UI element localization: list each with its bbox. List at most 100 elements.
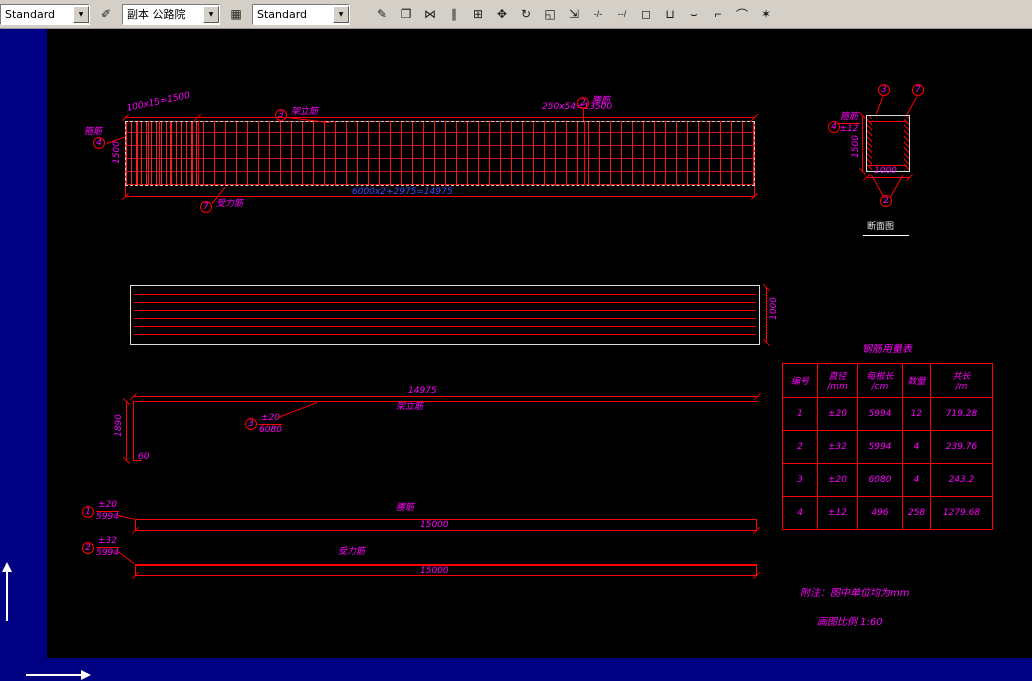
dimension-line [133, 396, 758, 397]
header-unit-length: 每根长/cm [857, 363, 903, 398]
rotate-button[interactable]: ↻ [514, 2, 538, 26]
cell-number: 2 [782, 430, 818, 464]
stretch-button[interactable]: ⇲ [562, 2, 586, 26]
ucs-x-axis-icon [26, 670, 91, 680]
hatch-strip [867, 116, 872, 171]
cell-quantity: 4 [902, 430, 931, 464]
cross-section-view [866, 115, 910, 172]
mirror-button[interactable]: ⋈ [418, 2, 442, 26]
match-properties-button[interactable]: ✎ [370, 2, 394, 26]
dim-text-plan-width: 1000 [769, 297, 779, 320]
join-button[interactable]: ⌣ [682, 2, 706, 26]
offset-button[interactable]: ∥ [442, 2, 466, 26]
bar-unit-length: 6080 [259, 424, 282, 435]
layer-manager-button[interactable]: ▦ [224, 2, 248, 26]
cad-application-window: Standard ▼ ✐ 副本 公路院 ▼ ▦ Standard ▼ ✎ ❐ ⋈… [0, 0, 1032, 681]
join-icon: ⌣ [690, 6, 698, 21]
cell-number: 3 [782, 463, 818, 497]
dim-text-beam-length: 6000x2+2975=14975 [352, 187, 453, 197]
rebar-line [198, 122, 199, 185]
stirrup-label: 箍筋 [838, 112, 861, 124]
caption-underline [863, 235, 909, 236]
section-caption: 断面图 [867, 222, 895, 232]
waist-bar-spec: ±20 5994 [96, 500, 119, 523]
callout-bubble-3: 3 [245, 418, 257, 430]
cell-unit-length: 6080 [857, 463, 903, 497]
erection-bar-label: 架立筋 [291, 107, 319, 117]
fillet-button[interactable]: ⌒ [730, 2, 754, 26]
explode-icon: ✶ [760, 7, 772, 21]
cell-unit-length: 496 [857, 496, 903, 530]
dimension-line [135, 530, 757, 531]
text-style-value: Standard [5, 7, 56, 21]
cell-quantity: 4 [902, 463, 931, 497]
dim-style-value: Standard [257, 7, 308, 21]
dim-text-section-width: 1000 [874, 166, 897, 176]
stirrup-label: 箍筋 [84, 127, 103, 137]
layer-combo[interactable]: 副本 公路院 ▼ [122, 3, 220, 25]
cell-total-length: 1279.68 [930, 496, 993, 530]
dim-text-section-height: 1500 [851, 135, 861, 158]
beam-elevation-view [125, 121, 755, 186]
stirrup-spec: 箍筋 ±12 [838, 112, 861, 135]
style-manager-button[interactable]: ✐ [94, 2, 118, 26]
break-button[interactable]: ⊔ [658, 2, 682, 26]
callout-bubble-1: 1 [82, 506, 94, 518]
dimension-line [766, 287, 767, 343]
chevron-down-icon[interactable]: ▼ [333, 5, 349, 23]
rebar-line [584, 122, 585, 185]
copy-icon: ❐ [400, 7, 412, 21]
explode-button[interactable]: ✶ [754, 2, 778, 26]
bar-unit-length: 5994 [96, 511, 119, 522]
match-properties-icon: ✎ [376, 7, 388, 21]
dimension-line [125, 117, 755, 118]
header-number: 编号 [782, 363, 818, 398]
dim-text-bend-height: 1890 [114, 414, 124, 437]
pencil-icon: ✐ [100, 7, 112, 21]
chamfer-button[interactable]: ⌐ [706, 2, 730, 26]
stirrup-diameter: ±12 [839, 123, 859, 134]
move-button[interactable]: ✥ [490, 2, 514, 26]
mirror-icon: ⋈ [424, 7, 436, 21]
waist-bar-label: 腰筋 [396, 503, 415, 513]
unit-note: 附注：图中单位均为mm [800, 588, 910, 599]
break-at-point-button[interactable]: ◻ [634, 2, 658, 26]
hatch-strip [904, 116, 909, 171]
bar-diameter: ±32 [96, 536, 119, 548]
scale-button[interactable]: ◱ [538, 2, 562, 26]
waist-bar-label: 腰筋 [592, 96, 611, 106]
cell-diameter: ±20 [817, 397, 858, 431]
chevron-down-icon[interactable]: ▼ [73, 5, 89, 23]
dim-text-beam-height: 1500 [112, 141, 122, 164]
array-button[interactable]: ⊞ [466, 2, 490, 26]
modify-toolbar-group: ✎ ❐ ⋈ ∥ ⊞ ✥ ↻ ◱ ⇲ -/- --/ ◻ ⊔ ⌣ ⌐ ⌒ ✶ [370, 2, 778, 26]
drawing-canvas[interactable]: 100x15=1500 250x54=13500 6000x2+2975=149… [0, 29, 1032, 681]
main-bar-label: 受力筋 [216, 199, 244, 209]
cell-total-length: 719.28 [930, 397, 993, 431]
copy-button[interactable]: ❐ [394, 2, 418, 26]
dim-text-erection-length: 14975 [408, 386, 437, 396]
callout-bubble-3: 3 [275, 109, 287, 121]
header-diameter: 直径/mm [817, 363, 858, 398]
move-icon: ✥ [496, 7, 508, 21]
cell-quantity: 12 [902, 397, 931, 431]
callout-bubble-2: 2 [82, 542, 94, 554]
beam-plan-view [130, 285, 760, 345]
fillet-icon: ⌒ [735, 7, 748, 22]
bar-unit-length: 5994 [96, 547, 119, 558]
chevron-down-icon[interactable]: ▼ [203, 5, 219, 23]
callout-bubble-3: 3 [878, 84, 890, 96]
main-toolbar: Standard ▼ ✐ 副本 公路院 ▼ ▦ Standard ▼ ✎ ❐ ⋈… [0, 0, 1032, 29]
dim-style-combo[interactable]: Standard ▼ [252, 3, 350, 25]
extend-button[interactable]: --/ [610, 2, 634, 26]
dim-text-hook: 60 [138, 452, 150, 462]
text-style-combo[interactable]: Standard ▼ [0, 3, 90, 25]
dim-text-waist-length: 15000 [420, 520, 449, 530]
erection-bar-shape [133, 401, 758, 402]
dimension-line [135, 575, 757, 576]
trim-button[interactable]: -/- [586, 2, 610, 26]
cell-diameter: ±20 [817, 463, 858, 497]
scale-icon: ◱ [544, 7, 556, 21]
cell-number: 4 [782, 496, 818, 530]
header-total-length: 共长/m [930, 363, 993, 398]
